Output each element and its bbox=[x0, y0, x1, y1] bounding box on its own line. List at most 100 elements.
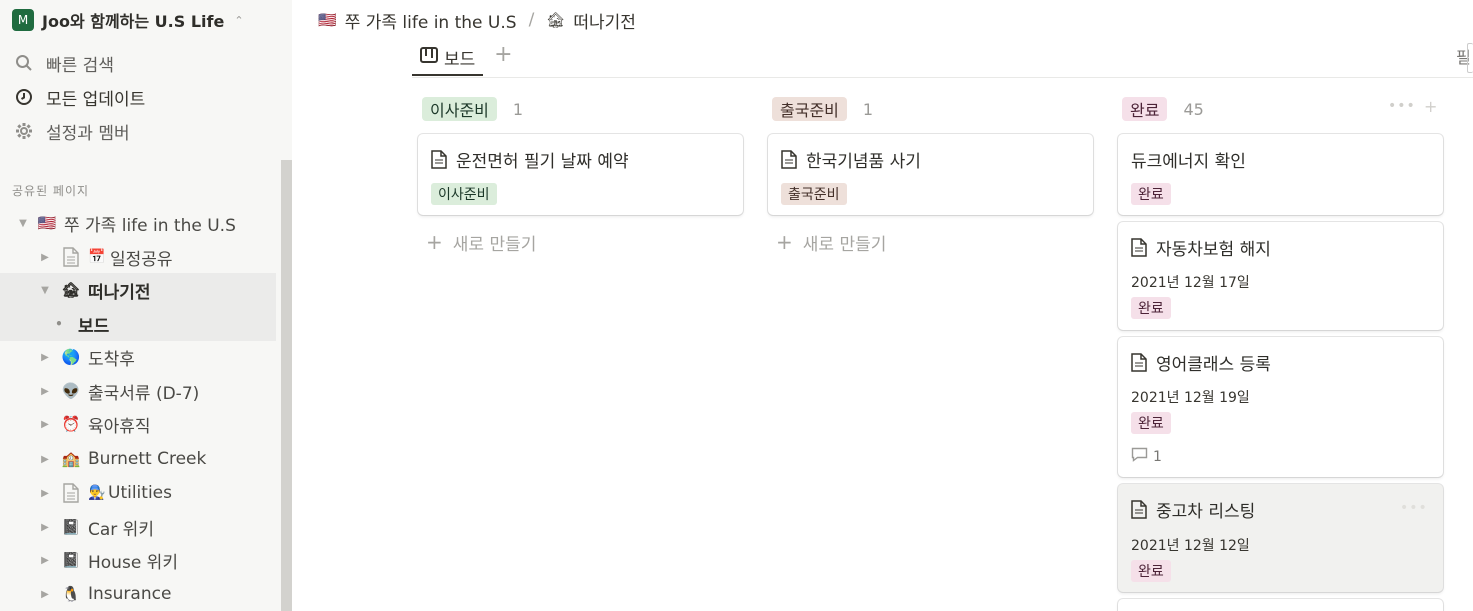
notebook-icon: 📓 bbox=[61, 551, 81, 569]
caret-right-icon[interactable]: ▶ bbox=[38, 454, 52, 465]
sidebar: M Joo와 함께하는 U.S Life ⌃ 빠른 검색 모든 업데이트 설정과… bbox=[0, 0, 292, 611]
workspace-logo: M bbox=[12, 9, 34, 31]
tab-label: 보드 bbox=[444, 49, 476, 70]
page-icon bbox=[60, 246, 82, 268]
sidebar-item-parental-leave[interactable]: ▶ ⏰ 육아휴직 bbox=[0, 407, 276, 441]
status-tag: 완료 bbox=[1131, 183, 1171, 205]
sidebar-all-updates[interactable]: 모든 업데이트 bbox=[14, 84, 145, 110]
sidebar-item-schedule[interactable]: ▶ 📅 일정공유 bbox=[0, 240, 276, 274]
column-header[interactable]: 완료 45 bbox=[1122, 96, 1204, 122]
caret-down-icon[interactable]: ▼ bbox=[38, 285, 52, 296]
sidebar-item-label: 빠른 검색 bbox=[46, 55, 114, 76]
sidebar-item-before-leaving[interactable]: ▼ 🏚 떠나기전 bbox=[0, 273, 276, 307]
sidebar-item-after-arrival[interactable]: ▶ 🌎 도착후 bbox=[0, 340, 276, 374]
gear-icon bbox=[14, 121, 34, 141]
board-card[interactable]: 영어클래스 등록 2021년 12월 19일 완료 1 bbox=[1118, 337, 1443, 477]
sidebar-quick-search[interactable]: 빠른 검색 bbox=[14, 50, 114, 76]
sidebar-scrollbar[interactable] bbox=[281, 160, 292, 611]
alien-icon: 👽 bbox=[61, 382, 81, 400]
caret-down-icon[interactable]: ▼ bbox=[16, 218, 30, 229]
sidebar-item-label: 보드 bbox=[78, 316, 110, 337]
board-view-icon bbox=[420, 46, 438, 68]
sidebar-item-label: 육아휴직 bbox=[88, 416, 151, 437]
penguin-icon: 🐧 bbox=[61, 585, 81, 603]
caret-right-icon[interactable]: ▶ bbox=[38, 419, 52, 430]
sidebar-item-label: 떠나기전 bbox=[88, 282, 151, 303]
caret-right-icon[interactable]: ▶ bbox=[38, 252, 52, 263]
caret-right-icon[interactable]: ▶ bbox=[38, 589, 52, 600]
board-card[interactable]: 자동차보험 해지 2021년 12월 17일 완료 bbox=[1118, 222, 1443, 330]
column-count: 45 bbox=[1183, 99, 1204, 119]
sidebar-item-house-wiki[interactable]: ▶ 📓 House 위키 bbox=[0, 543, 276, 577]
page-icon bbox=[781, 150, 798, 169]
notebook-icon: 📓 bbox=[61, 518, 81, 536]
sidebar-item-insurance[interactable]: ▶ 🐧 Insurance bbox=[0, 577, 276, 611]
sidebar-item-board[interactable]: • 보드 bbox=[0, 307, 276, 341]
card-title: 듀크에너지 확인 bbox=[1131, 152, 1246, 172]
sidebar-item-label: Insurance bbox=[88, 584, 172, 604]
card-title: 중고차 리스팅 bbox=[1156, 502, 1256, 522]
sidebar-item-utilities[interactable]: ▶ 👨‍🔧 Utilities bbox=[0, 476, 276, 510]
workspace-switcher[interactable]: M Joo와 함께하는 U.S Life ⌃ bbox=[12, 8, 244, 32]
sidebar-item-family-life[interactable]: ▼ 🇺🇸 쭈 가족 life in the U.S bbox=[0, 206, 276, 240]
plus-icon: + bbox=[776, 230, 793, 254]
caret-right-icon[interactable]: ▶ bbox=[38, 352, 52, 363]
bullet-icon: • bbox=[55, 317, 63, 331]
sidebar-item-label: House 위키 bbox=[88, 552, 178, 573]
us-flag-icon: 🇺🇸 bbox=[318, 11, 337, 29]
board-card[interactable]: 운전면허 필기 날짜 예약 이사준비 bbox=[418, 134, 743, 215]
column-add-icon[interactable]: + bbox=[1424, 97, 1438, 116]
tab-board[interactable]: 보드 bbox=[412, 40, 484, 76]
view-tabs: 보드 + bbox=[412, 40, 517, 78]
workspace-name: Joo와 함께하는 U.S Life bbox=[42, 12, 225, 31]
page-icon bbox=[1131, 353, 1148, 372]
mechanic-icon: 👨‍🔧 bbox=[88, 485, 106, 501]
status-tag: 완료 bbox=[1131, 297, 1171, 319]
breadcrumb-parent[interactable]: 쭈 가족 life in the U.S bbox=[345, 8, 517, 33]
new-card-button[interactable]: + 새로 만들기 bbox=[426, 230, 537, 255]
new-card-label: 새로 만들기 bbox=[802, 234, 887, 255]
column-count: 1 bbox=[862, 99, 874, 119]
column-label: 이사준비 bbox=[422, 97, 497, 121]
chevron-updown-icon: ⌃ bbox=[234, 13, 244, 27]
breadcrumb-current[interactable]: 떠나기전 bbox=[573, 8, 636, 33]
page-icon bbox=[1131, 500, 1148, 519]
tab-divider bbox=[412, 77, 1473, 78]
board-card[interactable]: 중고차 리스팅 ••• 2021년 12월 12일 완료 bbox=[1118, 484, 1443, 592]
sidebar-settings[interactable]: 설정과 멤버 bbox=[14, 118, 130, 144]
plus-icon: + bbox=[426, 230, 443, 254]
house-icon: 🏚 bbox=[546, 11, 566, 29]
board-card[interactable] bbox=[1118, 599, 1443, 611]
page-icon bbox=[60, 482, 82, 504]
column-header[interactable]: 이사준비 1 bbox=[422, 96, 523, 122]
comment-count-value: 1 bbox=[1153, 448, 1162, 465]
us-flag-icon: 🇺🇸 bbox=[37, 214, 57, 232]
status-tag: 이사준비 bbox=[431, 183, 497, 205]
sidebar-item-burnett-creek[interactable]: ▶ 🏫 Burnett Creek bbox=[0, 442, 276, 476]
card-more-icon[interactable]: ••• bbox=[1400, 500, 1428, 516]
card-title: 영어클래스 등록 bbox=[1156, 355, 1271, 375]
sidebar-item-departure-docs[interactable]: ▶ 👽 출국서류 (D-7) bbox=[0, 374, 276, 408]
column-label: 완료 bbox=[1122, 97, 1168, 121]
add-view-button[interactable]: + bbox=[489, 40, 517, 68]
status-tag: 완료 bbox=[1131, 560, 1171, 582]
page-scrollbar[interactable] bbox=[1467, 43, 1473, 73]
column-header[interactable]: 출국준비 1 bbox=[772, 96, 873, 122]
caret-right-icon[interactable]: ▶ bbox=[38, 555, 52, 566]
sidebar-item-label: Utilities bbox=[108, 483, 172, 503]
card-title: 운전면허 필기 날짜 예약 bbox=[456, 152, 629, 172]
sidebar-item-car-wiki[interactable]: ▶ 📓 Car 위키 bbox=[0, 510, 276, 544]
new-card-button[interactable]: + 새로 만들기 bbox=[776, 230, 887, 255]
column-more-icon[interactable]: ••• bbox=[1388, 98, 1416, 114]
card-title: 자동차보험 해지 bbox=[1156, 240, 1271, 260]
board-card[interactable]: 한국기념품 사기 출국준비 bbox=[768, 134, 1093, 215]
board-card[interactable]: 듀크에너지 확인 완료 bbox=[1118, 134, 1443, 215]
caret-right-icon[interactable]: ▶ bbox=[38, 386, 52, 397]
caret-right-icon[interactable]: ▶ bbox=[38, 522, 52, 533]
card-date: 2021년 12월 19일 bbox=[1131, 390, 1250, 406]
card-date: 2021년 12월 17일 bbox=[1131, 275, 1250, 291]
caret-right-icon[interactable]: ▶ bbox=[38, 488, 52, 499]
new-card-label: 새로 만들기 bbox=[452, 234, 537, 255]
card-title: 한국기념품 사기 bbox=[806, 152, 921, 172]
breadcrumb-separator: / bbox=[528, 10, 535, 30]
